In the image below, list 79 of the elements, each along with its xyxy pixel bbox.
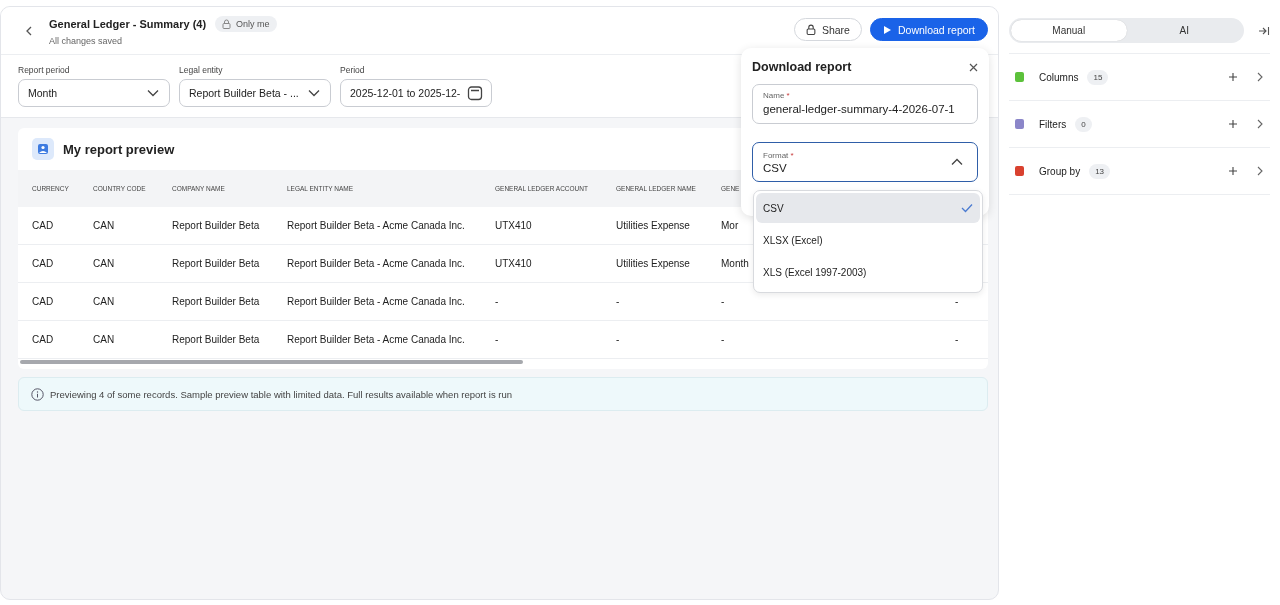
chevron-down-icon <box>308 89 320 97</box>
table-cell-text: - <box>494 296 500 307</box>
share-button[interactable]: Share <box>793 18 862 41</box>
table-cell-text: CAN <box>92 334 116 345</box>
check-icon <box>961 203 973 213</box>
table-cell-text: Report Builder Beta <box>171 220 261 231</box>
filter-label: Legal entity <box>179 65 224 75</box>
section-label[interactable]: Columns <box>1039 71 1079 83</box>
table-cell-text: - <box>494 334 500 345</box>
date-field[interactable]: 2025-12-01 to 2025-12- <box>340 79 492 107</box>
collapse-panel-icon[interactable] <box>1258 25 1270 36</box>
name-field[interactable]: Name * general-ledger-summary-4-2026-07-1 <box>752 84 978 124</box>
chevron-right-icon[interactable] <box>1257 119 1263 129</box>
table-cell-text: - <box>954 334 960 345</box>
table-cell-text: - <box>615 296 621 307</box>
select-field[interactable]: Month <box>18 79 170 107</box>
table-cell-text: Report Builder Beta - Acme Canada Inc. <box>286 220 466 231</box>
table-cell-text: Report Builder Beta <box>171 334 261 345</box>
table-cell-text: CAN <box>92 220 116 231</box>
download-button[interactable]: Download report <box>869 18 988 41</box>
format-option[interactable]: XLSX (Excel) <box>756 225 980 255</box>
save-status: All changes saved <box>49 35 124 46</box>
count-badge: 0 <box>1075 116 1092 132</box>
table-cell-text: CAN <box>92 296 116 307</box>
lock-icon <box>222 18 232 29</box>
table-cell-text: Report Builder Beta <box>171 296 261 307</box>
count-badge: 15 <box>1087 69 1109 85</box>
field-label: Format * <box>763 150 794 160</box>
scrollbar[interactable] <box>20 360 523 364</box>
table-cell-text: CAN <box>92 258 116 269</box>
table-cell-text: Report Builder Beta - Acme Canada Inc. <box>286 334 466 345</box>
format-select[interactable]: Format * CSV <box>752 142 978 182</box>
table-cell-text: - <box>954 296 960 307</box>
select-field[interactable]: Report Builder Beta - ... <box>179 79 331 107</box>
mode-tab[interactable]: AI <box>1126 20 1242 41</box>
add-icon[interactable] <box>1228 72 1238 82</box>
table-cell-text: Mor <box>720 220 740 231</box>
chevron-icon <box>951 158 963 166</box>
calendar-icon <box>467 85 483 101</box>
notice-text: Previewing 4 of some records. Sample preview table with limited data. Full results available when report is run <box>50 388 513 400</box>
table-cell-text: Report Builder Beta - Acme Canada Inc. <box>286 258 466 269</box>
play-icon <box>882 24 892 35</box>
back-icon[interactable] <box>25 25 33 36</box>
field-label: Name * <box>763 91 791 100</box>
filter-label: Report period <box>18 65 71 75</box>
chevron-right-icon[interactable] <box>1257 166 1263 176</box>
close-icon[interactable] <box>969 62 978 72</box>
table-cell-text: UTX410 <box>494 258 533 269</box>
table-cell-text: Report Builder Beta <box>171 258 261 269</box>
report-title: General Ledger - Summary (4) <box>49 17 207 30</box>
format-option[interactable]: XLS (Excel 1997-2003) <box>756 257 980 287</box>
table-cell-text: CAD <box>31 296 55 307</box>
add-icon[interactable] <box>1228 166 1238 176</box>
visibility-badge[interactable]: Only me <box>215 15 277 32</box>
mode-tab[interactable]: Manual <box>1011 20 1127 41</box>
dialog-title: Download report <box>752 60 852 74</box>
format-option[interactable]: CSV <box>756 193 980 223</box>
section-label[interactable]: Filters <box>1039 118 1067 130</box>
table-cell-text: - <box>720 296 726 307</box>
table-cell-text: UTX410 <box>494 220 533 231</box>
table-cell-text: - <box>720 334 726 345</box>
table-cell-text: CAD <box>31 220 55 231</box>
add-icon[interactable] <box>1228 119 1238 129</box>
chevron-right-icon[interactable] <box>1257 72 1263 82</box>
count-badge: 13 <box>1089 163 1111 179</box>
info-icon <box>31 387 44 401</box>
chevron-down-icon <box>147 89 159 97</box>
table-cell-text: Month <box>720 258 750 269</box>
table-cell-text: CAD <box>31 258 55 269</box>
table-cell-text: - <box>615 334 621 345</box>
preview-title: My report preview <box>63 141 175 157</box>
filter-label: Period <box>340 65 366 75</box>
table-cell-text: Report Builder Beta - Acme Canada Inc. <box>286 296 466 307</box>
table-cell-text: CAD <box>31 334 55 345</box>
table-cell-text: Utilities Expense <box>615 258 691 269</box>
table-cell-text: Utilities Expense <box>615 220 691 231</box>
image-icon <box>32 138 54 160</box>
section-label[interactable]: Group by <box>1039 165 1081 177</box>
lock-icon <box>805 24 816 35</box>
